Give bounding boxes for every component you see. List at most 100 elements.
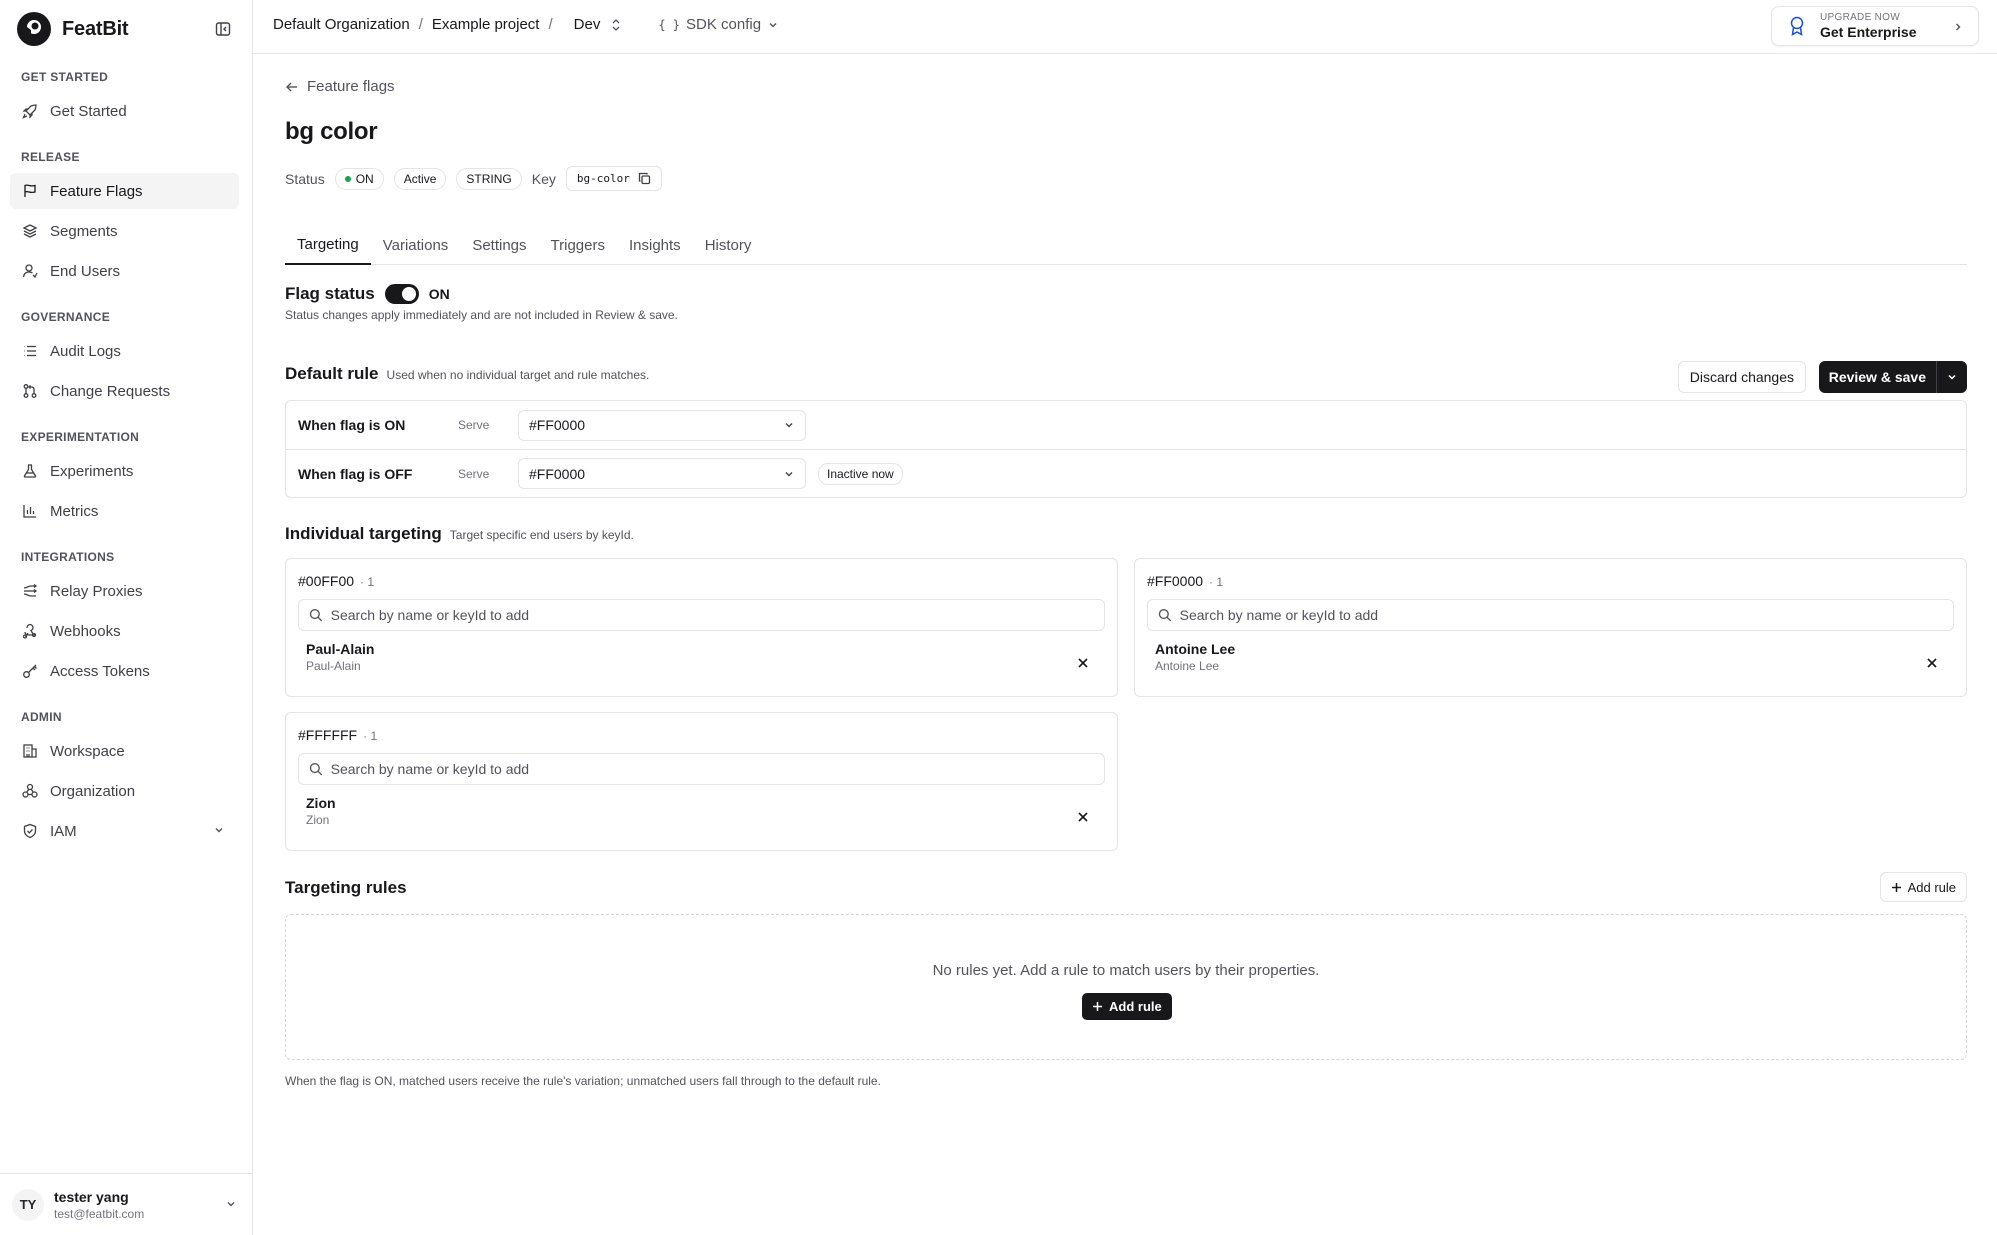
tab-history[interactable]: History [693,226,764,265]
close-icon[interactable] [1926,657,1938,669]
target-user: Antoine Lee Antoine Lee [1155,641,1235,673]
flag-key[interactable]: bg-color [565,166,662,191]
search-input[interactable] [330,761,1104,777]
sidebar-item-get-started[interactable]: Get Started [10,93,239,129]
sidebar-item-metrics[interactable]: Metrics [10,493,239,529]
status-label: Status [285,170,325,187]
target-search [1147,599,1954,631]
flask-icon [23,464,37,478]
brand[interactable]: FeatBit [16,12,129,46]
target-count: · 1 [360,575,375,589]
sidebar-item-end-users[interactable]: End Users [10,253,239,289]
breadcrumb-project[interactable]: Example project [432,16,540,33]
chevrons-up-down-icon [612,18,620,31]
sidebar-item-label: Experiments [50,462,134,480]
discard-changes-button[interactable]: Discard changes [1677,361,1806,393]
tab-settings[interactable]: Settings [460,226,538,265]
braces-icon: { } [658,17,681,32]
sidebar-item-webhooks[interactable]: Webhooks [10,613,239,649]
variation-name: #FFFFFF [298,727,358,743]
shield-icon [23,823,37,839]
variation-name: #00FF00 [298,573,355,589]
sidebar-item-label: Workspace [50,742,125,760]
add-rule-primary-button[interactable]: Add rule [1082,993,1172,1020]
environment-switcher[interactable]: Dev [574,16,623,33]
sidebar-item-label: Webhooks [50,622,121,640]
default-rule-on-row: When flag is ON Serve #FF0000 [286,401,1966,449]
search-input[interactable] [330,607,1104,623]
targeting-rules-footnote: When the flag is ON, matched users recei… [285,1074,881,1088]
nav-section-release: RELEASE [21,150,80,164]
type-badge: STRING [456,167,522,190]
topbar: Default Organization / Example project /… [253,0,1997,54]
toggle-knob [401,287,416,301]
plus-icon [1891,882,1901,892]
variation-select-value: #FF0000 [529,417,586,433]
chevron-down-icon [769,22,777,27]
flag-status-toggle[interactable] [384,284,419,304]
sidebar-item-feature-flags[interactable]: Feature Flags [10,173,239,209]
default-rule-off-row: When flag is OFF Serve #FF0000 Inactive … [286,449,1966,497]
variation-select-on[interactable]: #FF0000 [518,409,806,441]
nav-section-integrations: INTEGRATIONS [21,550,115,564]
sidebar-item-label: Metrics [50,502,99,520]
sidebar-item-iam[interactable]: IAM [10,813,239,849]
chevron-down-icon [215,828,223,833]
add-rule-label: Add rule [1907,879,1956,895]
user-icon [22,264,38,279]
copy-icon[interactable] [638,172,651,185]
status-value: ON [355,171,374,186]
add-rule-label: Add rule [1109,999,1162,1014]
sidebar-item-workspace[interactable]: Workspace [10,733,239,769]
active-badge: Active [393,167,447,190]
tab-targeting[interactable]: Targeting [285,226,371,265]
target-search [298,599,1105,631]
key-label: Key [531,170,556,187]
tab-variations[interactable]: Variations [371,226,461,265]
sidebar-item-relay-proxies[interactable]: Relay Proxies [10,573,239,609]
sidebar-toggle-icon [215,22,231,36]
breadcrumb-separator: / [548,16,553,33]
nav-section-governance: GOVERNANCE [21,310,111,324]
targeting-rules-header: Targeting rules Add rule [285,872,1967,904]
default-rule-hint: Used when no individual target and rule … [386,368,650,382]
rule-off-label: When flag is OFF [298,465,413,482]
review-save-button[interactable]: Review & save [1819,361,1936,393]
plus-icon [1093,1002,1102,1011]
sdk-config-button[interactable]: { } SDK config [658,16,779,33]
brand-name: FeatBit [62,17,129,40]
sidebar-item-organization[interactable]: Organization [10,773,239,809]
review-save-split-button: Review & save [1818,361,1967,393]
review-save-dropdown[interactable] [1936,361,1967,393]
user-menu[interactable]: TY tester yang test@featbit.com [0,1173,253,1235]
user-name: tester yang [54,1188,129,1205]
add-rule-button[interactable]: Add rule [1879,872,1967,902]
bar-chart-icon [23,505,36,518]
git-pull-request-icon [23,384,37,398]
chevron-down-icon [227,1202,235,1207]
list-icon [24,345,36,357]
default-rule-header: Default rule Used when no individual tar… [285,356,1967,394]
sidebar-item-access-tokens[interactable]: Access Tokens [10,653,239,689]
tab-triggers[interactable]: Triggers [539,226,617,265]
breadcrumb-separator: / [418,16,423,33]
page-title: bg color [285,118,378,145]
rule-on-label: When flag is ON [298,417,406,433]
target-card-ff0000: #FF0000 · 1 Antoine Lee Antoine Lee [1134,558,1967,697]
sidebar-item-label: Audit Logs [50,342,121,360]
variation-select-off[interactable]: #FF0000 [518,458,806,489]
nav-section-experimentation: EXPERIMENTATION [21,430,140,444]
tab-insights[interactable]: Insights [617,226,693,265]
close-icon[interactable] [1077,657,1089,669]
collapse-sidebar-button[interactable] [212,18,234,40]
close-icon[interactable] [1077,811,1089,823]
upgrade-button[interactable]: UPGRADE NOW Get Enterprise [1771,6,1979,46]
sidebar-item-segments[interactable]: Segments [10,213,239,249]
empty-state-text: No rules yet. Add a rule to match users … [932,962,1320,979]
back-to-feature-flags-link[interactable]: Feature flags [285,78,395,95]
sidebar-item-audit-logs[interactable]: Audit Logs [10,333,239,369]
search-input[interactable] [1179,607,1953,623]
breadcrumb-organization[interactable]: Default Organization [273,16,410,33]
sidebar-item-experiments[interactable]: Experiments [10,453,239,489]
sidebar-item-change-requests[interactable]: Change Requests [10,373,239,409]
